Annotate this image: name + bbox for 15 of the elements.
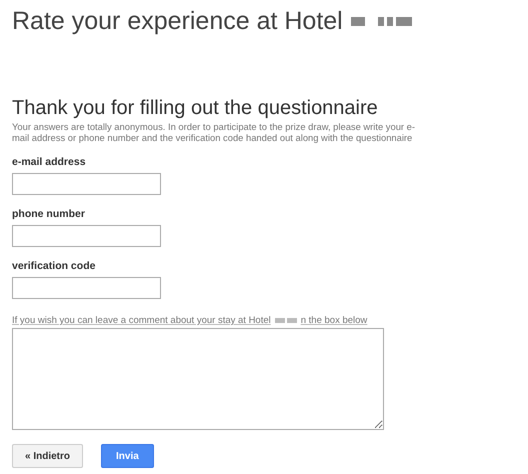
field-label: e-mail address [12, 156, 86, 168]
field-label: phone number [12, 208, 85, 220]
comment-box[interactable] [12, 328, 384, 430]
redacted-name [350, 16, 412, 26]
description-text: Your answers are totally anonymous. In order to participate to the prize draw, please write your e- mail address or phone number and the verification code handed out along with the questionnaire [12, 121, 416, 143]
redacted-name [274, 318, 297, 323]
input-field[interactable] [12, 277, 161, 299]
input-field[interactable] [12, 225, 161, 247]
input-field[interactable] [12, 173, 161, 195]
comment-label: If you wish you can leave a comment about your stay at Hotel [12, 315, 271, 326]
back-button[interactable]: « Indietro [12, 444, 84, 468]
comment-label: n the box below [300, 315, 368, 326]
page-title: Rate your experience at Hotel [12, 6, 343, 36]
section-heading: Thank you for filling out the questionnaire [12, 97, 379, 120]
field-label: verification code [12, 260, 96, 272]
